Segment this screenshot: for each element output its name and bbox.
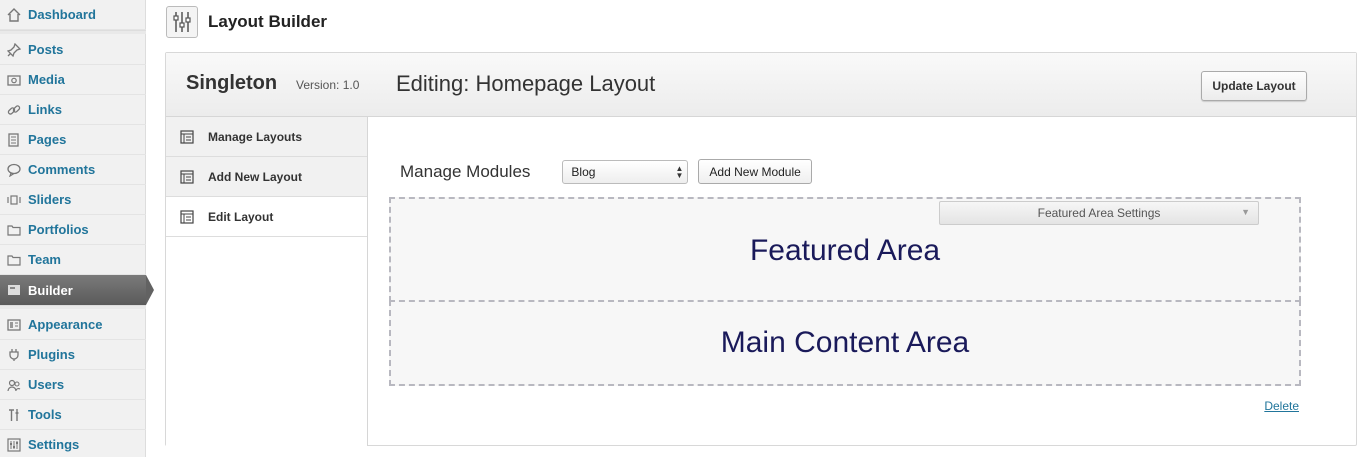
chevron-down-icon: ▼ xyxy=(1241,207,1250,217)
sidebar-item-label: Builder xyxy=(28,282,73,298)
sidebar-item-label: Dashboard xyxy=(28,7,96,22)
nav-item-label: Edit Layout xyxy=(208,209,274,224)
sliders-icon xyxy=(166,6,198,38)
page-title: Layout Builder xyxy=(208,12,328,31)
sidebar-item-sliders[interactable]: Sliders xyxy=(0,185,146,215)
nav-item-edit-layout[interactable]: Edit Layout xyxy=(166,197,367,237)
update-layout-button[interactable]: Update Layout xyxy=(1201,71,1307,101)
sidebar-item-label: Pages xyxy=(28,132,67,147)
sidebar-item-pages[interactable]: Pages xyxy=(0,125,146,155)
link-icon xyxy=(6,102,22,118)
media-icon xyxy=(6,72,22,88)
sidebar-item-settings[interactable]: Settings xyxy=(0,430,146,457)
sidebar-separator xyxy=(0,30,146,34)
panel-header: Singleton Version: 1.0 Editing: Homepage… xyxy=(166,53,1356,117)
nav-item-add-new-layout[interactable]: Add New Layout xyxy=(166,157,367,197)
sidebar-item-label: Users xyxy=(28,377,65,392)
admin-sidebar: Dashboard Posts Media Links Pages Commen… xyxy=(0,0,154,457)
layout-builder-panel: Singleton Version: 1.0 Editing: Homepage… xyxy=(165,52,1357,446)
dashboard-icon xyxy=(6,7,22,23)
sidebar-item-label: Plugins xyxy=(28,347,75,362)
nav-item-label: Manage Layouts xyxy=(208,129,303,144)
list-icon xyxy=(180,209,194,224)
sidebar-item-comments[interactable]: Comments xyxy=(0,155,146,185)
nav-item-manage-layouts[interactable]: Manage Layouts xyxy=(166,117,367,157)
sidebar-item-plugins[interactable]: Plugins xyxy=(0,340,146,370)
pages-icon xyxy=(6,132,22,148)
theme-name: Singleton xyxy=(186,72,278,94)
sidebar-item-team[interactable]: Team xyxy=(0,245,146,275)
sidebar-item-label: Appearance xyxy=(28,317,103,332)
sidebar-item-users[interactable]: Users xyxy=(0,370,146,400)
slider-icon xyxy=(6,192,22,208)
builder-icon xyxy=(6,282,22,298)
sidebar-item-label: Portfolios xyxy=(28,222,89,237)
sidebar-item-portfolios[interactable]: Portfolios xyxy=(0,215,146,245)
sidebar-item-label: Settings xyxy=(28,437,80,452)
sidebar-item-dashboard[interactable]: Dashboard xyxy=(0,0,146,30)
folder-icon xyxy=(6,222,22,238)
select-arrows-icon: ▲ ▼ xyxy=(675,163,684,180)
sidebar-item-label: Tools xyxy=(28,407,62,422)
main-content-area-dropzone[interactable]: Main Content Area xyxy=(389,300,1301,386)
featured-area-dropzone[interactable]: Featured Area Settings ▼ Featured Area xyxy=(389,197,1301,302)
sidebar-item-label: Sliders xyxy=(28,192,72,207)
sidebar-item-label: Posts xyxy=(28,42,64,57)
nav-item-label: Add New Layout xyxy=(208,169,303,184)
sidebar-item-label: Links xyxy=(28,102,62,117)
sidebar-separator xyxy=(0,305,146,309)
list-icon xyxy=(180,169,194,184)
theme-version: Version: 1.0 xyxy=(296,78,360,92)
pushpin-icon xyxy=(6,42,22,58)
sidebar-item-media[interactable]: Media xyxy=(0,65,146,95)
module-select-value: Blog xyxy=(571,164,596,179)
sidebar-item-label: Team xyxy=(28,252,61,267)
sidebar-item-label: Media xyxy=(28,72,65,87)
add-new-module-button[interactable]: Add New Module xyxy=(698,159,812,184)
appearance-icon xyxy=(6,317,22,333)
featured-area-title: Featured Area xyxy=(749,233,941,267)
plugin-icon xyxy=(6,347,22,363)
manage-modules-label: Manage Modules xyxy=(400,161,531,181)
layout-nav: Manage Layouts Add New Layout Edit Layou… xyxy=(166,117,368,446)
sidebar-item-appearance[interactable]: Appearance xyxy=(0,310,146,340)
editing-title: Editing: Homepage Layout xyxy=(396,71,656,96)
page-header: Layout Builder xyxy=(166,6,327,38)
featured-area-settings-dropdown[interactable]: Featured Area Settings ▼ xyxy=(939,201,1259,225)
comment-icon xyxy=(6,162,22,178)
delete-link[interactable]: Delete xyxy=(1264,399,1299,413)
sidebar-item-builder[interactable]: Builder xyxy=(0,275,154,305)
sidebar-item-links[interactable]: Links xyxy=(0,95,146,125)
sidebar-item-posts[interactable]: Posts xyxy=(0,35,146,65)
sidebar-item-label: Comments xyxy=(28,162,96,177)
settings-icon xyxy=(6,437,22,453)
folder-icon xyxy=(6,252,22,268)
manage-modules-row: Manage Modules Blog ▲ ▼ Add New Module xyxy=(400,159,812,184)
tools-icon xyxy=(6,407,22,423)
module-select[interactable]: Blog ▲ ▼ xyxy=(562,159,689,184)
sidebar-item-tools[interactable]: Tools xyxy=(0,400,146,430)
main-content-area-title: Main Content Area xyxy=(720,326,970,359)
users-icon xyxy=(6,377,22,393)
list-icon xyxy=(180,129,194,144)
featured-settings-label: Featured Area Settings xyxy=(1037,206,1161,220)
